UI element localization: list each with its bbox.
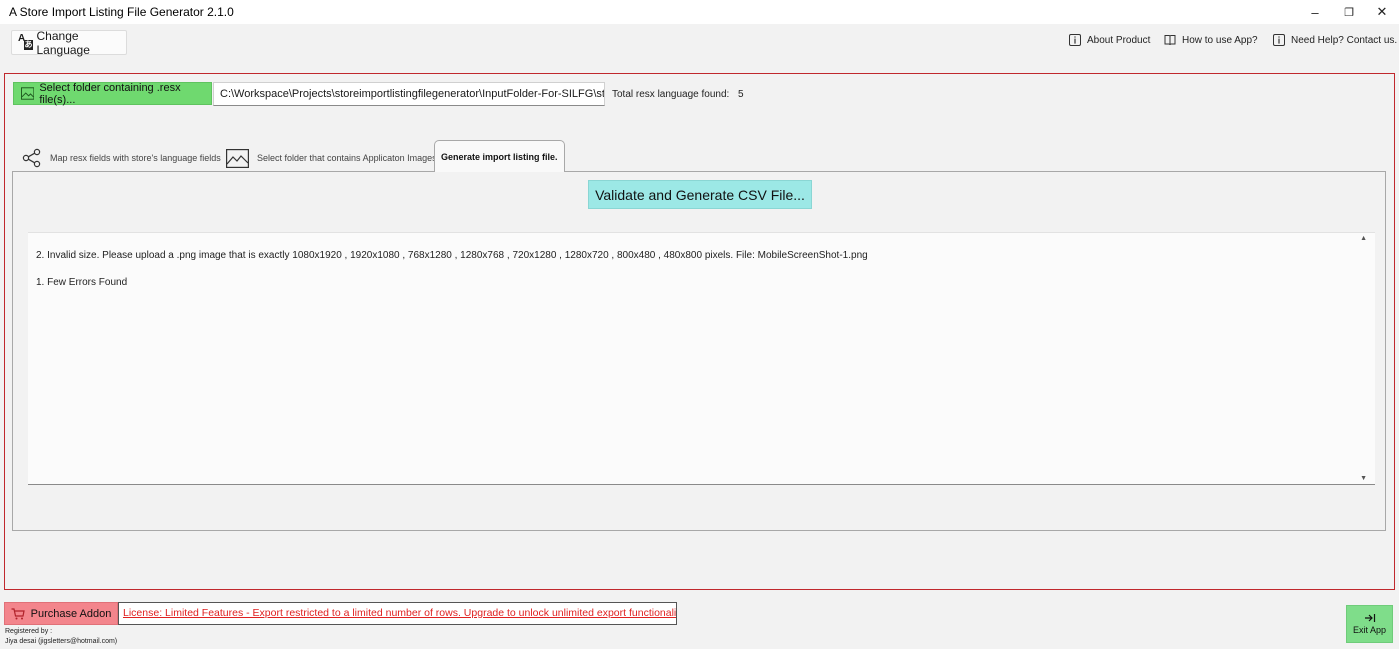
how-to-use-label: How to use App?: [1182, 34, 1258, 46]
close-button[interactable]: ✕: [1365, 0, 1399, 24]
restore-button[interactable]: ❐: [1332, 0, 1366, 24]
validate-generate-button[interactable]: Validate and Generate CSV File...: [588, 180, 812, 209]
how-to-use-link[interactable]: How to use App?: [1164, 34, 1258, 46]
info-icon: [1069, 34, 1081, 46]
tab-map-resx-fields-label: Map resx fields with store's language fi…: [50, 153, 221, 163]
change-language-label: Change Language: [36, 28, 90, 57]
purchase-addon-button[interactable]: Purchase Addon: [4, 602, 118, 625]
main-panel: Select folder containing .resx file(s)..…: [4, 73, 1395, 590]
info-icon: [1273, 34, 1285, 46]
scroll-up-arrow-icon[interactable]: ▲: [1360, 235, 1367, 242]
image-icon: [226, 148, 249, 168]
license-upgrade-link[interactable]: License: Limited Features - Export restr…: [118, 602, 677, 625]
log-line: 1. Few Errors Found: [36, 277, 128, 288]
registered-by-label: Registered by :: [5, 628, 53, 635]
select-folder-button[interactable]: Select folder containing .resx file(s)..…: [13, 81, 212, 106]
tab-select-images-label: Select folder that contains Applicaton I…: [257, 153, 437, 163]
need-help-label: Need Help? Contact us.: [1291, 34, 1398, 46]
about-product-label: About Product: [1087, 34, 1151, 46]
minimize-button[interactable]: –: [1298, 0, 1332, 24]
exit-app-button[interactable]: Exit App: [1346, 605, 1393, 643]
cart-icon: [11, 607, 25, 619]
exit-icon: [1364, 614, 1375, 622]
change-language-button[interactable]: Aあ Change Language: [11, 28, 127, 57]
log-output[interactable]: 2. Invalid size. Please upload a .png im…: [28, 232, 1375, 485]
generate-tab-content: Validate and Generate CSV File... 2. Inv…: [12, 171, 1386, 531]
translate-icon: Aあ: [18, 32, 33, 50]
tab-generate-listing[interactable]: Generate import listing file.: [434, 140, 565, 172]
book-icon: [1164, 35, 1176, 46]
need-help-link[interactable]: Need Help? Contact us.: [1273, 34, 1397, 46]
folder-image-icon: [21, 87, 35, 100]
log-line: 2. Invalid size. Please upload a .png im…: [36, 250, 868, 261]
resx-found-count: 5: [738, 89, 744, 100]
share-icon: [22, 148, 41, 168]
about-product-link[interactable]: About Product: [1069, 34, 1150, 46]
purchase-addon-label: Purchase Addon: [30, 607, 112, 620]
tab-generate-listing-label: Generate import listing file.: [441, 151, 558, 162]
registered-name: Jiya desai (jigsletters@hotmail.com): [5, 638, 118, 645]
tab-map-resx-fields[interactable]: Map resx fields with store's language fi…: [22, 144, 221, 172]
select-folder-label: Select folder containing .resx file(s)..…: [39, 81, 181, 106]
resx-found-label: Total resx language found:: [612, 89, 730, 100]
exit-app-label: Exit App: [1352, 625, 1387, 635]
tab-select-images[interactable]: Select folder that contains Applicaton I…: [226, 144, 437, 172]
folder-path-field[interactable]: C:\Workspace\Projects\storeimportlisting…: [213, 82, 605, 106]
title-bar: A Store Import Listing File Generator 2.…: [0, 0, 1399, 24]
scroll-down-arrow-icon[interactable]: ▼: [1360, 475, 1367, 482]
window-title: A Store Import Listing File Generator 2.…: [9, 5, 234, 19]
